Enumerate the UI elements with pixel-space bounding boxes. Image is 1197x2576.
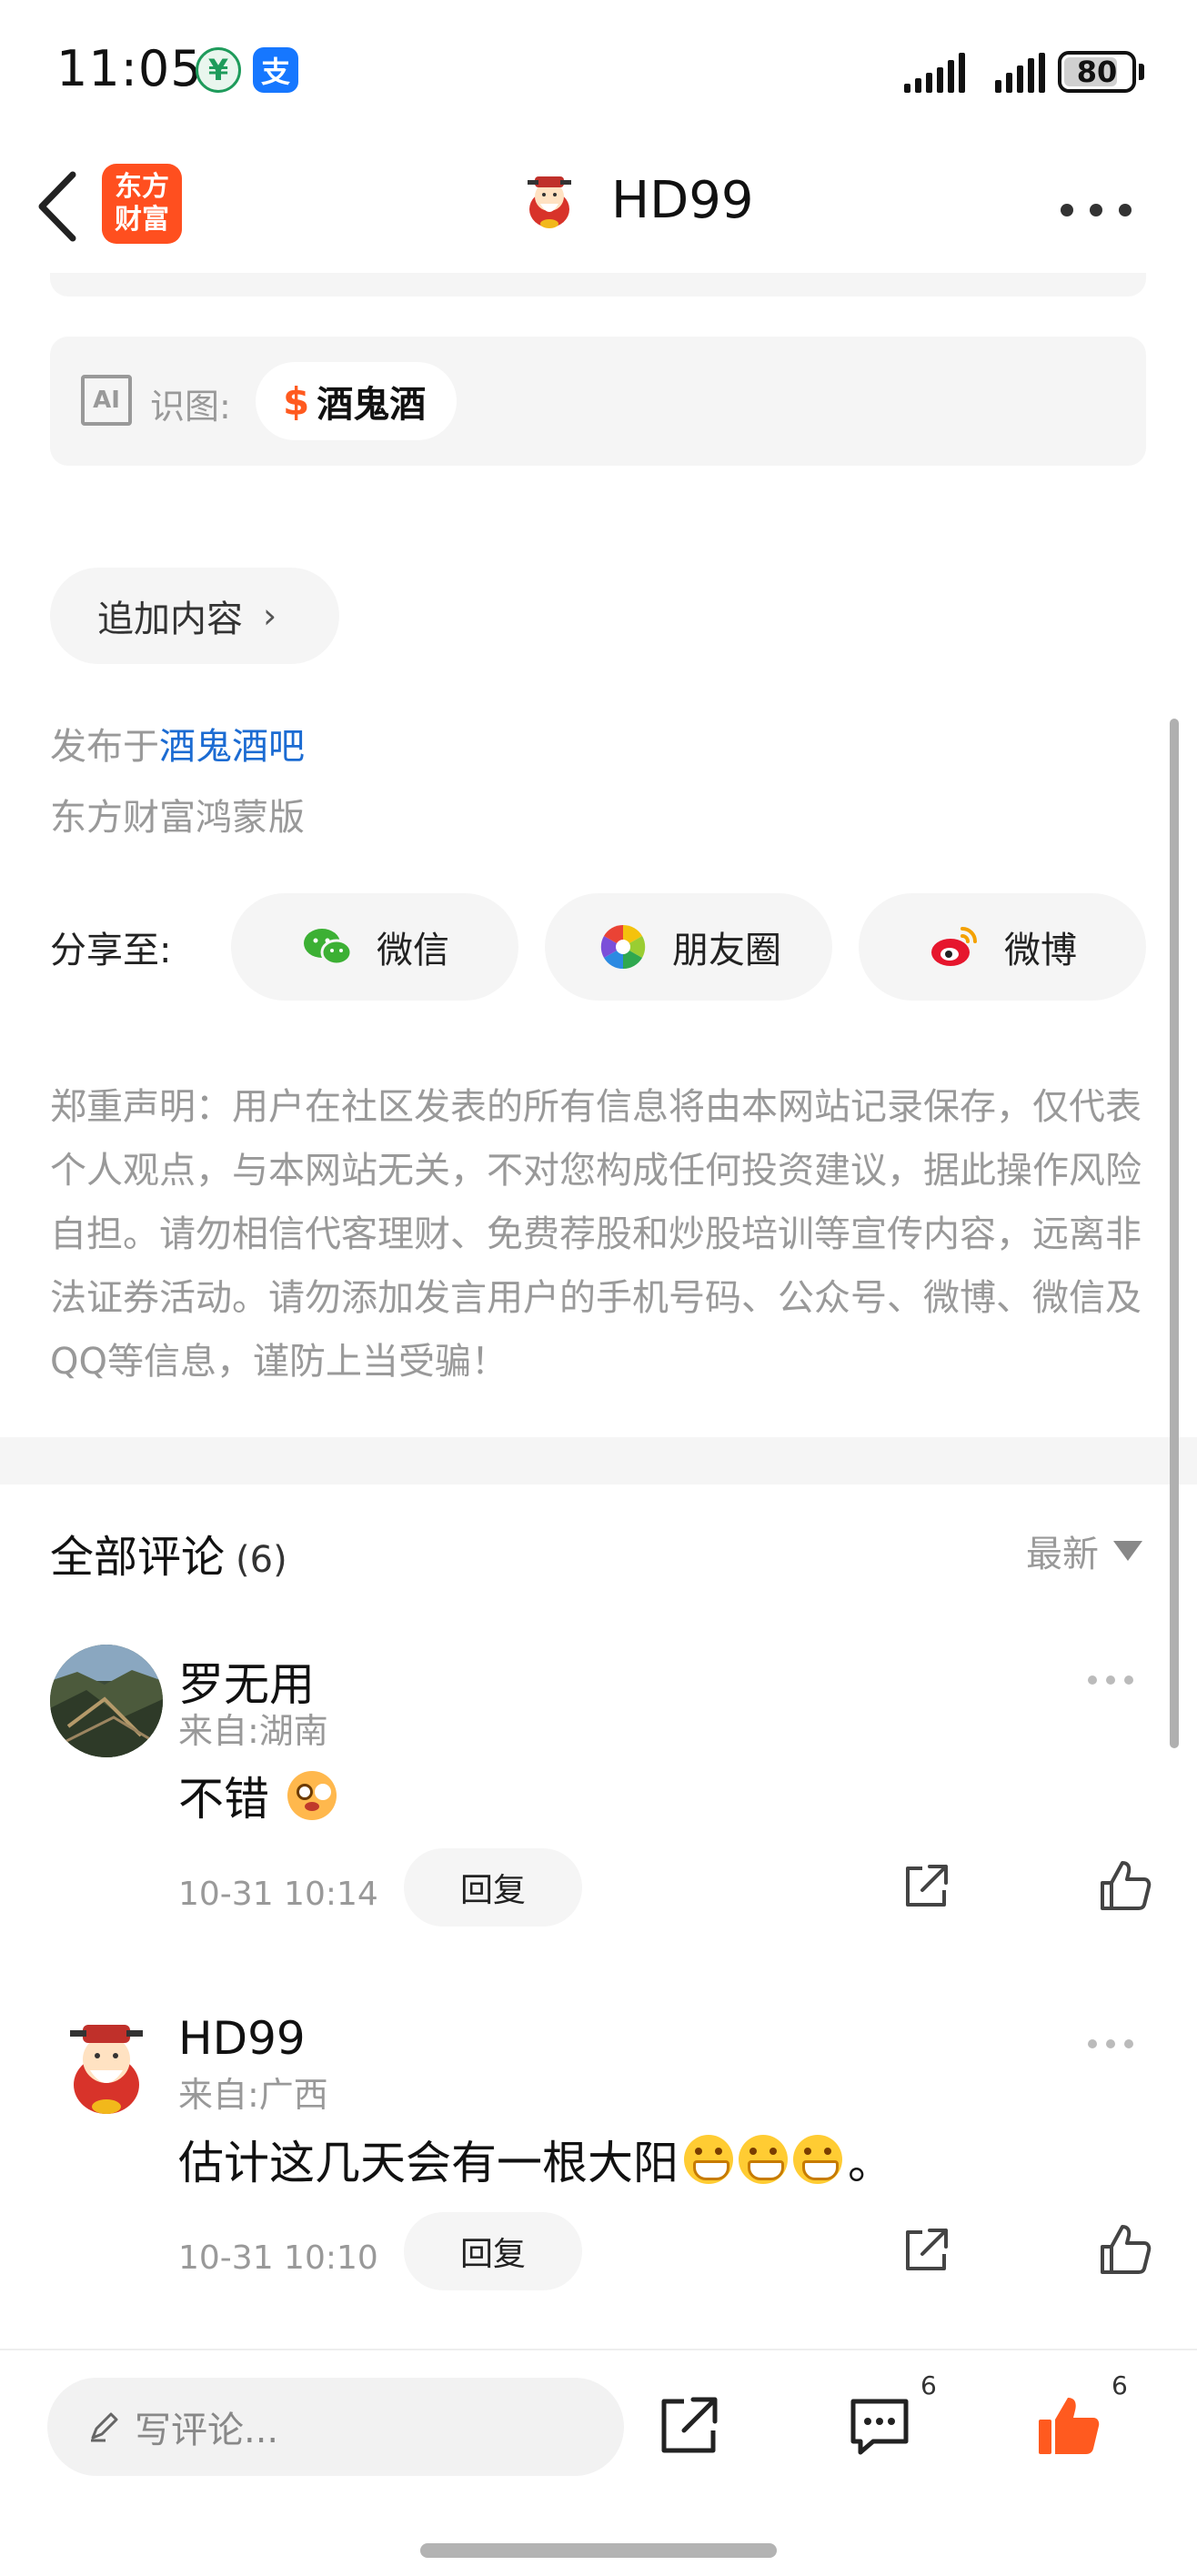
sort-dropdown[interactable]: 最新 <box>1026 1524 1142 1577</box>
stock-symbol: $ <box>283 378 310 424</box>
disclaimer-text: 郑重声明：用户在社区发表的所有信息将由本网站记录保存，仅代表个人观点，与本网站无… <box>50 1086 1142 1383</box>
share-icon[interactable] <box>899 1859 953 1914</box>
eastmoney-logo[interactable]: 东方 财富 <box>102 164 182 244</box>
comment-text: 不错 <box>178 1763 337 1828</box>
ai-scan-icon: AI <box>81 375 132 426</box>
comments-count: (6) <box>236 1539 287 1581</box>
grinning-face-emoji <box>739 2135 788 2184</box>
clock-time: 11:05 <box>56 40 203 97</box>
battery-icon: 80 <box>1058 51 1136 93</box>
more-options-icon[interactable] <box>1061 204 1132 216</box>
weibo-icon <box>931 927 977 966</box>
share-weibo-label: 微博 <box>1004 930 1077 971</box>
section-divider <box>0 1437 1197 1484</box>
fortune-god-avatar-icon <box>50 2008 163 2121</box>
nav-bar: 东方 财富 HD99 <box>0 136 1197 273</box>
ai-recognition-label: 识图: <box>150 387 231 427</box>
bottom-action-bar: 写评论... 6 6 <box>0 2349 1197 2576</box>
comment-text: 估计这几天会有一根大阳 。 <box>178 2127 893 2192</box>
bank-app-icon: ¥ <box>196 47 241 93</box>
grinning-face-emoji <box>793 2135 842 2184</box>
battery-level: 80 <box>1076 55 1118 89</box>
share-moments-label: 朋友圈 <box>672 930 781 971</box>
comment-more-icon[interactable] <box>1088 2039 1133 2048</box>
ai-recognition-card: AI 识图: $ 酒鬼酒 <box>50 337 1146 466</box>
stock-tag[interactable]: $ 酒鬼酒 <box>256 362 458 440</box>
comment-input[interactable]: 写评论... <box>47 2378 624 2476</box>
comment-input-placeholder: 写评论... <box>135 2410 279 2451</box>
comment-time: 10-31 10:14 <box>178 1876 378 1913</box>
published-info: 发布于酒鬼酒吧 <box>50 717 305 770</box>
scrollbar[interactable] <box>1170 719 1179 1748</box>
back-arrow-icon[interactable] <box>33 166 87 247</box>
avatar[interactable] <box>50 1645 163 1757</box>
pencil-icon <box>91 2412 118 2442</box>
comment-time: 10-31 10:10 <box>178 2239 378 2277</box>
comment-location: 来自:广西 <box>178 2075 328 2115</box>
grinning-face-emoji <box>684 2135 733 2184</box>
comment-bubble-icon[interactable] <box>846 2392 913 2460</box>
comments-title: 全部评论 <box>50 1532 226 1583</box>
thumbs-up-icon[interactable] <box>1097 2221 1153 2278</box>
share-weibo-button[interactable]: 微博 <box>859 893 1146 1001</box>
share-moments-button[interactable]: 朋友圈 <box>545 893 832 1001</box>
bar-link[interactable]: 酒鬼酒吧 <box>159 726 305 768</box>
comment-body: 估计这几天会有一根大阳 <box>178 2137 679 2189</box>
share-wechat-button[interactable]: 微信 <box>231 893 518 1001</box>
share-icon[interactable] <box>655 2392 722 2460</box>
cellular-signal-1-icon <box>904 53 965 93</box>
landscape-avatar-image <box>50 1645 163 1757</box>
comment-more-icon[interactable] <box>1088 1675 1133 1685</box>
thumbs-up-filled-icon[interactable] <box>1035 2392 1102 2460</box>
reply-button[interactable]: 回复 <box>404 1848 582 1927</box>
share-wechat-label: 微信 <box>377 930 449 971</box>
append-content-button[interactable]: 追加内容 › <box>50 568 339 664</box>
wechat-icon <box>304 929 353 966</box>
sort-label: 最新 <box>1026 1534 1099 1575</box>
comment-count-badge: 6 <box>920 2370 937 2400</box>
page-title: HD99 <box>611 170 754 230</box>
like-count-badge: 6 <box>1112 2370 1128 2400</box>
alipay-icon: 支 <box>253 47 298 93</box>
comment-body: 不错 <box>178 1773 269 1826</box>
avatar[interactable] <box>50 2008 163 2121</box>
reply-button[interactable]: 回复 <box>404 2212 582 2290</box>
battery-tip <box>1139 64 1144 80</box>
chevron-right-icon: › <box>263 596 277 636</box>
comment-suffix: 。 <box>848 2137 893 2189</box>
home-indicator[interactable] <box>420 2543 777 2558</box>
moments-icon <box>600 924 646 970</box>
comment-item: HD99 来自:广西 估计这几天会有一根大阳 。 10-31 10:10 回复 <box>0 2008 1197 2372</box>
brand-line2: 财富 <box>115 204 169 236</box>
share-icon[interactable] <box>899 2223 953 2278</box>
comment-item: 罗无用 来自:湖南 不错 10-31 10:14 回复 <box>0 1645 1197 2008</box>
previous-card-edge <box>50 273 1146 297</box>
flushed-face-emoji <box>287 1771 337 1820</box>
status-bar: 11:05 ¥ 支 80 <box>0 0 1197 136</box>
cellular-signal-2-icon <box>995 53 1045 93</box>
comments-header: 全部评论 (6) <box>50 1521 287 1585</box>
nav-user[interactable]: HD99 <box>518 169 754 231</box>
comment-author[interactable]: HD99 <box>178 2012 306 2065</box>
published-prefix: 发布于 <box>50 726 159 768</box>
share-label: 分享至: <box>50 930 172 971</box>
append-content-label: 追加内容 <box>97 599 243 640</box>
brand-line1: 东方 <box>115 171 169 203</box>
thumbs-up-icon[interactable] <box>1097 1857 1153 1914</box>
comment-location: 来自:湖南 <box>178 1711 328 1751</box>
stock-name: 酒鬼酒 <box>317 384 427 426</box>
dropdown-triangle-icon <box>1113 1541 1142 1561</box>
user-avatar-icon <box>528 176 571 228</box>
platform-info: 东方财富鸿蒙版 <box>50 797 305 839</box>
